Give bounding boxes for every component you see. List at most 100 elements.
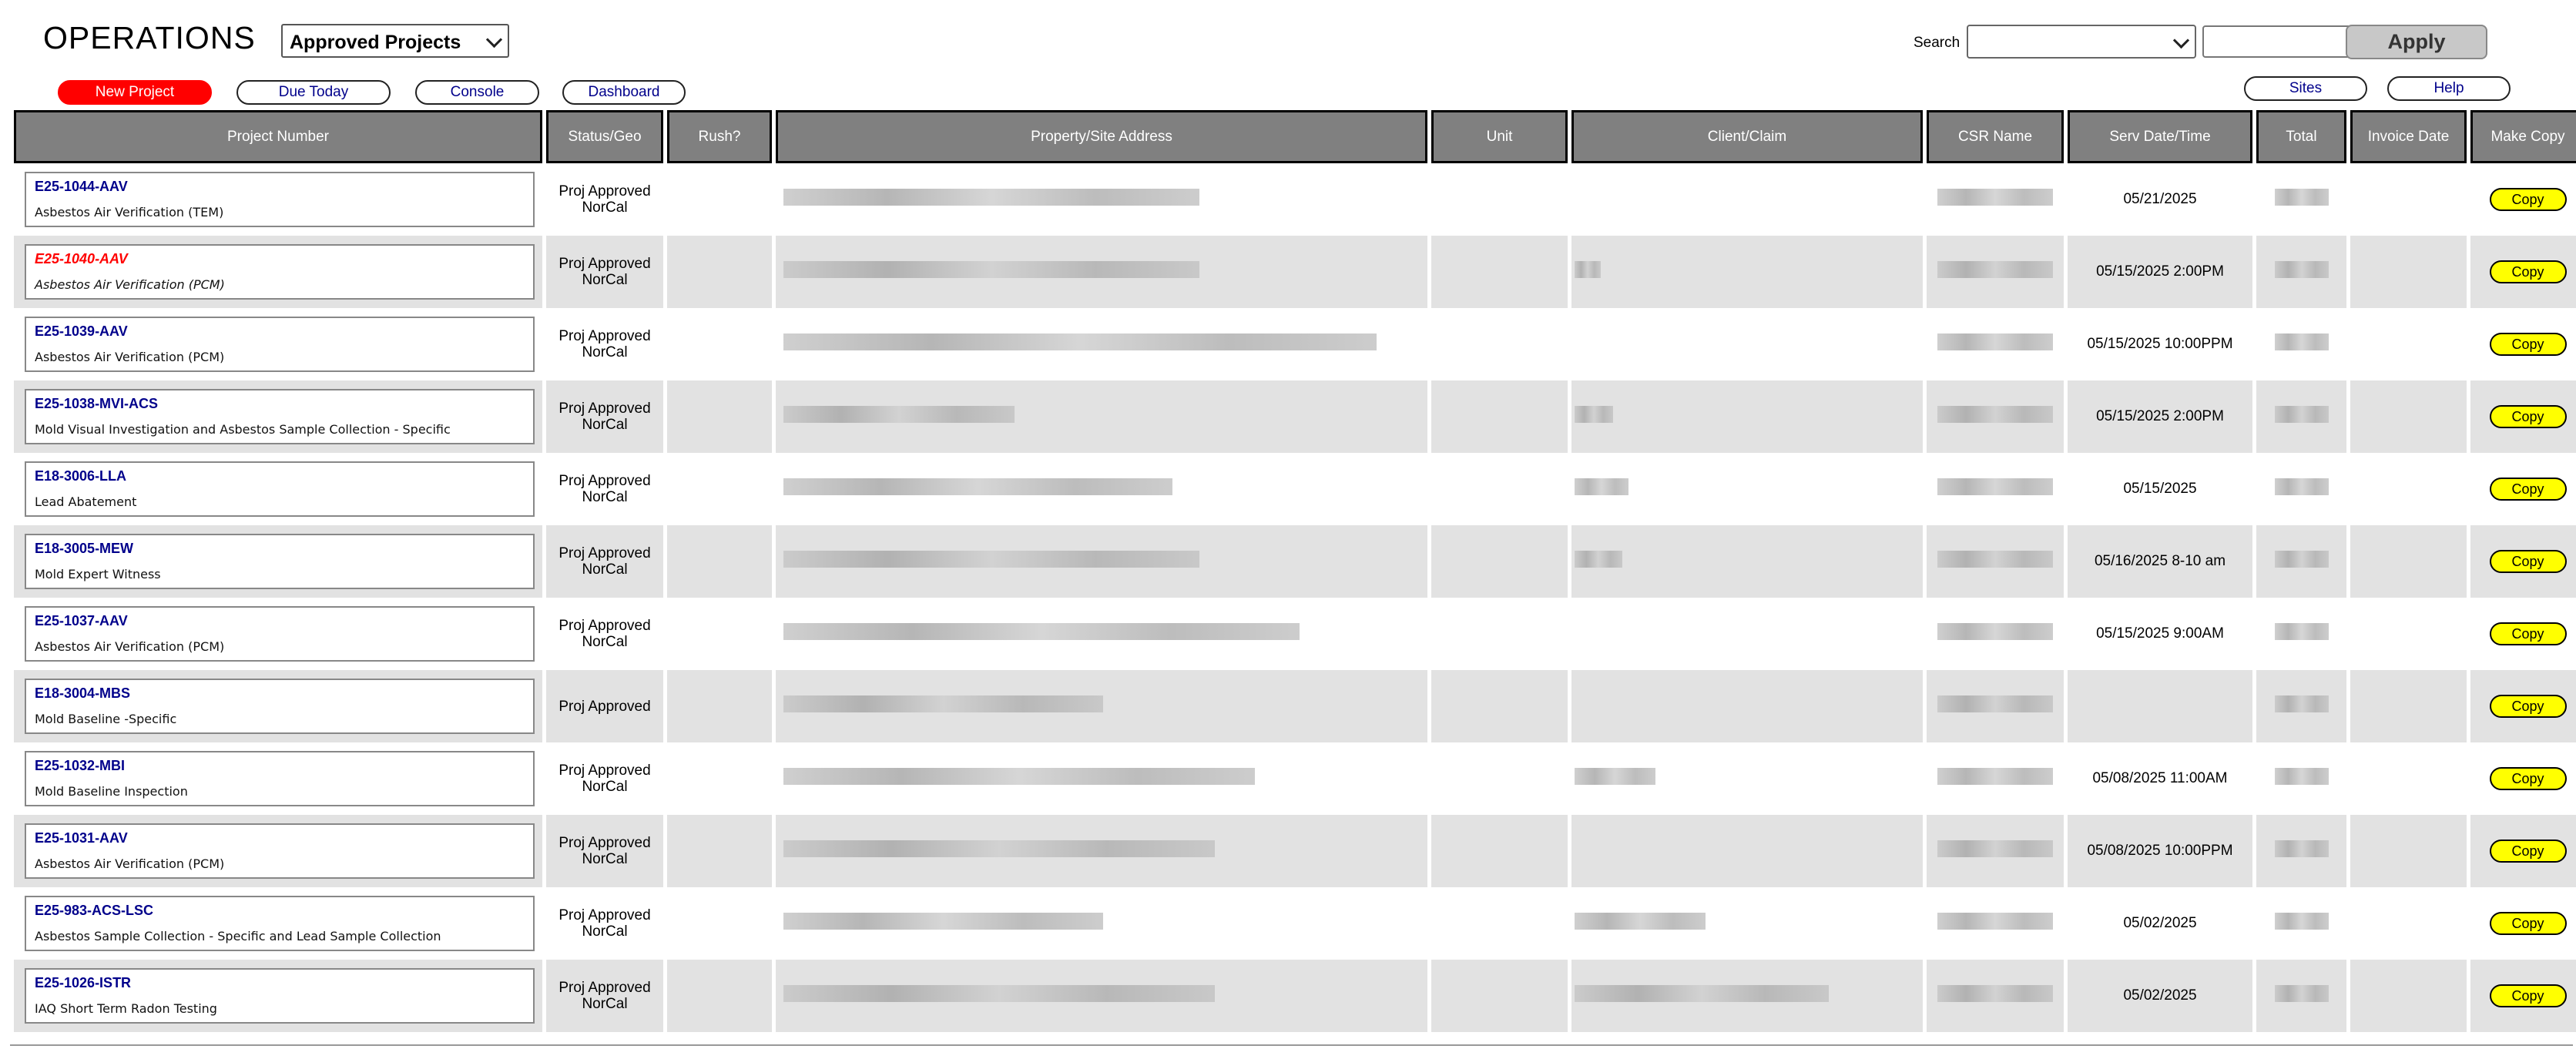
project-number-link[interactable]: E25-1040-AAV bbox=[35, 251, 525, 267]
make-copy-cell: Copy bbox=[2470, 670, 2576, 742]
project-cell: E25-1037-AAV Asbestos Air Verification (P… bbox=[14, 598, 542, 670]
rush-cell bbox=[667, 598, 772, 670]
project-number-link[interactable]: E25-1039-AAV bbox=[35, 323, 525, 340]
project-cell: E18-3004-MBS Mold Baseline -Specific bbox=[14, 670, 542, 742]
geo-text: NorCal bbox=[582, 851, 628, 867]
copy-button[interactable]: Copy bbox=[2489, 840, 2567, 863]
client-claim-cell bbox=[1571, 308, 1923, 380]
copy-button[interactable]: Copy bbox=[2489, 622, 2567, 645]
apply-button[interactable]: Apply bbox=[2346, 25, 2487, 59]
column-header[interactable]: Status/Geo bbox=[546, 110, 663, 163]
project-box[interactable]: E25-1039-AAV Asbestos Air Verification (P… bbox=[25, 317, 535, 372]
project-number-link[interactable]: E25-1037-AAV bbox=[35, 613, 525, 629]
project-box[interactable]: E25-1031-AAV Asbestos Air Verification (P… bbox=[25, 823, 535, 879]
project-number-link[interactable]: E18-3005-MEW bbox=[35, 541, 525, 557]
redacted-address bbox=[783, 551, 1199, 568]
project-box[interactable]: E25-1038-MVI-ACS Mold Visual Investigatio… bbox=[25, 389, 535, 444]
project-box[interactable]: E18-3005-MEW Mold Expert Witness bbox=[25, 534, 535, 589]
copy-button[interactable]: Copy bbox=[2489, 405, 2567, 428]
address-cell bbox=[776, 815, 1427, 887]
project-number-link[interactable]: E18-3006-LLA bbox=[35, 468, 525, 484]
make-copy-cell: Copy bbox=[2470, 380, 2576, 453]
project-number-link[interactable]: E25-1044-AAV bbox=[35, 179, 525, 195]
copy-button[interactable]: Copy bbox=[2489, 188, 2567, 211]
project-box[interactable]: E25-1032-MBI Mold Baseline Inspection bbox=[25, 751, 535, 806]
project-cell: E25-1040-AAV Asbestos Air Verification (P… bbox=[14, 236, 542, 308]
project-number-link[interactable]: E25-1038-MVI-ACS bbox=[35, 396, 525, 412]
copy-button[interactable]: Copy bbox=[2489, 912, 2567, 935]
project-box[interactable]: E25-1044-AAV Asbestos Air Verification (T… bbox=[25, 172, 535, 227]
copy-button[interactable]: Copy bbox=[2489, 695, 2567, 718]
column-header[interactable]: Serv Date/Time bbox=[2068, 110, 2252, 163]
status-text: Proj Approved bbox=[558, 328, 651, 344]
due-today-button[interactable]: Due Today bbox=[236, 80, 391, 105]
serv-date-cell: 05/16/2025 8-10 am bbox=[2068, 525, 2252, 598]
column-header[interactable]: Unit bbox=[1431, 110, 1568, 163]
copy-button[interactable]: Copy bbox=[2489, 984, 2567, 1007]
address-cell bbox=[776, 236, 1427, 308]
project-box[interactable]: E18-3004-MBS Mold Baseline -Specific bbox=[25, 679, 535, 734]
project-box[interactable]: E25-983-ACS-LSC Asbestos Sample Collectio… bbox=[25, 896, 535, 951]
search-input[interactable] bbox=[2202, 25, 2361, 58]
status-text: Proj Approved bbox=[558, 400, 651, 417]
csr-name-cell bbox=[1927, 525, 2064, 598]
console-button[interactable]: Console bbox=[415, 80, 539, 105]
status-text: Proj Approved bbox=[558, 835, 651, 851]
project-number-link[interactable]: E25-1031-AAV bbox=[35, 830, 525, 846]
column-header[interactable]: Invoice Date bbox=[2350, 110, 2467, 163]
column-header[interactable]: Make Copy bbox=[2470, 110, 2576, 163]
copy-button[interactable]: Copy bbox=[2489, 478, 2567, 501]
invoice-date-cell bbox=[2350, 453, 2467, 525]
search-field-select[interactable] bbox=[1967, 25, 2196, 59]
redacted-address bbox=[783, 261, 1199, 278]
project-number-link[interactable]: E25-1026-ISTR bbox=[35, 975, 525, 991]
project-box[interactable]: E25-1026-ISTR IAQ Short Term Radon Testin… bbox=[25, 968, 535, 1024]
dashboard-button[interactable]: Dashboard bbox=[562, 80, 686, 105]
project-cell: E18-3005-MEW Mold Expert Witness bbox=[14, 525, 542, 598]
copy-button[interactable]: Copy bbox=[2489, 767, 2567, 790]
table-row: E25-1044-AAV Asbestos Air Verification (T… bbox=[14, 163, 2576, 236]
projects-table: Project Number Status/Geo Rush? Property… bbox=[10, 110, 2576, 1032]
redacted-address bbox=[783, 985, 1215, 1002]
table-row: E25-1031-AAV Asbestos Air Verification (P… bbox=[14, 815, 2576, 887]
csr-name-cell bbox=[1927, 236, 2064, 308]
help-button[interactable]: Help bbox=[2387, 76, 2511, 101]
redacted-address bbox=[783, 840, 1215, 857]
project-box[interactable]: E18-3006-LLA Lead Abatement bbox=[25, 461, 535, 517]
column-header[interactable]: Property/Site Address bbox=[776, 110, 1427, 163]
column-header[interactable]: Rush? bbox=[667, 110, 772, 163]
invoice-date-cell bbox=[2350, 960, 2467, 1032]
copy-button[interactable]: Copy bbox=[2489, 550, 2567, 573]
view-select[interactable]: Approved Projects bbox=[281, 24, 509, 58]
status-geo-cell: Proj Approved NorCal bbox=[546, 380, 663, 453]
sites-button[interactable]: Sites bbox=[2244, 76, 2367, 101]
geo-text: NorCal bbox=[582, 634, 628, 650]
project-cell: E25-1038-MVI-ACS Mold Visual Investigatio… bbox=[14, 380, 542, 453]
csr-name-cell bbox=[1927, 960, 2064, 1032]
csr-name-cell bbox=[1927, 380, 2064, 453]
total-cell bbox=[2256, 525, 2346, 598]
column-header[interactable]: Project Number bbox=[14, 110, 542, 163]
project-number-link[interactable]: E18-3004-MBS bbox=[35, 685, 525, 702]
project-box[interactable]: E25-1040-AAV Asbestos Air Verification (P… bbox=[25, 244, 535, 300]
status-text: Proj Approved bbox=[558, 618, 651, 634]
csr-name-cell bbox=[1927, 598, 2064, 670]
new-project-button[interactable]: New Project bbox=[58, 80, 212, 105]
column-header[interactable]: Total bbox=[2256, 110, 2346, 163]
column-header[interactable]: Client/Claim bbox=[1571, 110, 1923, 163]
column-header[interactable]: CSR Name bbox=[1927, 110, 2064, 163]
project-box[interactable]: E25-1037-AAV Asbestos Air Verification (P… bbox=[25, 606, 535, 662]
redacted-client bbox=[1575, 985, 1829, 1002]
copy-button[interactable]: Copy bbox=[2489, 333, 2567, 356]
project-number-link[interactable]: E25-983-ACS-LSC bbox=[35, 903, 525, 919]
total-cell bbox=[2256, 380, 2346, 453]
csr-name-cell bbox=[1927, 742, 2064, 815]
redacted-total bbox=[2274, 333, 2329, 350]
redacted-csr bbox=[1937, 913, 2053, 930]
copy-button[interactable]: Copy bbox=[2489, 260, 2567, 283]
total-cell bbox=[2256, 742, 2346, 815]
redacted-address bbox=[783, 695, 1103, 712]
status-geo-cell: Proj Approved NorCal bbox=[546, 453, 663, 525]
status-text: Proj Approved bbox=[558, 473, 651, 489]
project-number-link[interactable]: E25-1032-MBI bbox=[35, 758, 525, 774]
